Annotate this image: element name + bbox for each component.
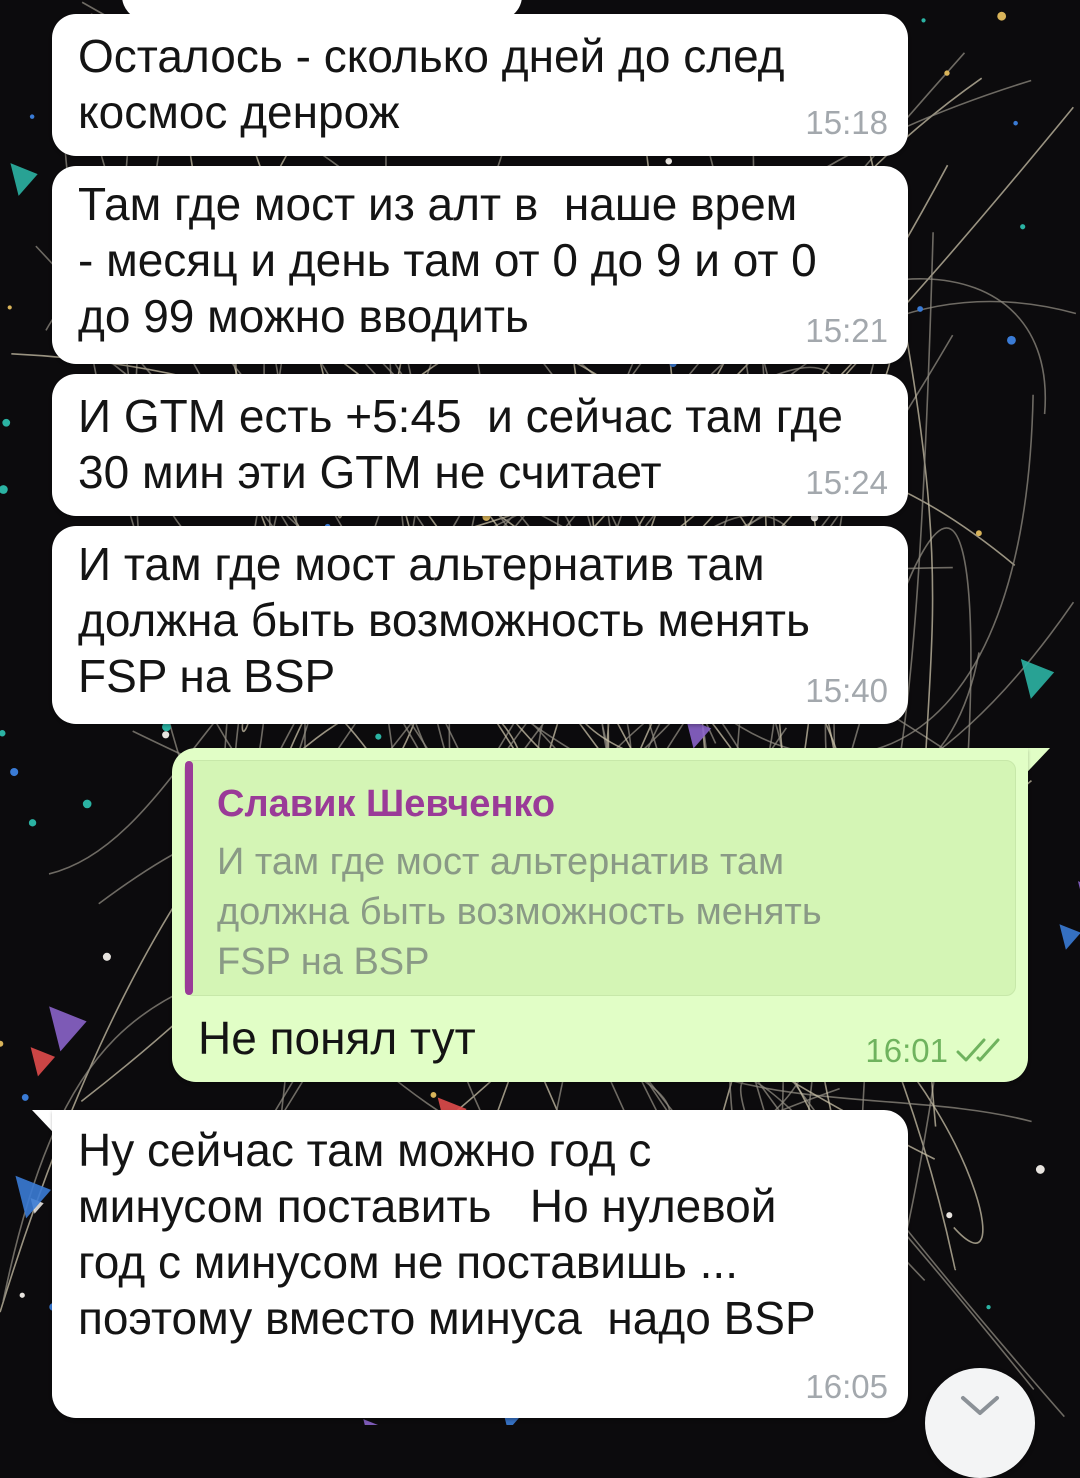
chevron-down-icon xyxy=(961,1396,999,1415)
message-time: 16:01 xyxy=(865,1032,948,1069)
message-text: Ну сейчас там можно год с минусом постави… xyxy=(78,1124,816,1344)
reply-accent-bar xyxy=(185,761,193,995)
message-time: 15:21 xyxy=(805,312,888,349)
reply-author: Славик Шевченко xyxy=(217,783,556,825)
message-bubble-incoming[interactable]: И там где мост альтернатив там должна быт… xyxy=(52,526,908,724)
message-text: Осталось - сколько дней до след космос де… xyxy=(78,30,785,138)
message-time: 15:24 xyxy=(805,464,888,501)
scroll-down-button[interactable] xyxy=(925,1368,1035,1478)
message-text: Не понял тут xyxy=(198,1012,476,1064)
reply-text: И там где мост альтернатив там должна быт… xyxy=(217,841,822,983)
message-time: 16:05 xyxy=(805,1368,888,1405)
message-bubble-incoming[interactable]: Осталось - сколько дней до след космос де… xyxy=(52,0,908,156)
message-text: И GTM есть +5:45 и сейчас там где 30 мин … xyxy=(78,390,843,498)
message-bubble-incoming[interactable]: И GTM есть +5:45 и сейчас там где 30 мин … xyxy=(52,374,908,516)
previous-message-edge xyxy=(122,0,522,20)
double-check-icon xyxy=(956,1038,1000,1062)
message-text: Там где мост из алт в наше врем - месяц и… xyxy=(78,178,817,342)
message-bubble-outgoing[interactable]: Славик Шевченко И там где мост альтернат… xyxy=(172,748,1028,1082)
message-time: 15:18 xyxy=(805,104,888,141)
message-time: 15:40 xyxy=(805,672,888,709)
message-text: И там где мост альтернатив там должна быт… xyxy=(78,538,810,702)
reply-quote[interactable]: Славик Шевченко И там где мост альтернат… xyxy=(184,760,1016,996)
message-bubble-incoming[interactable]: Ну сейчас там можно год с минусом постави… xyxy=(52,1110,908,1418)
message-bubble-incoming[interactable]: Там где мост из алт в наше врем - месяц и… xyxy=(52,166,908,364)
